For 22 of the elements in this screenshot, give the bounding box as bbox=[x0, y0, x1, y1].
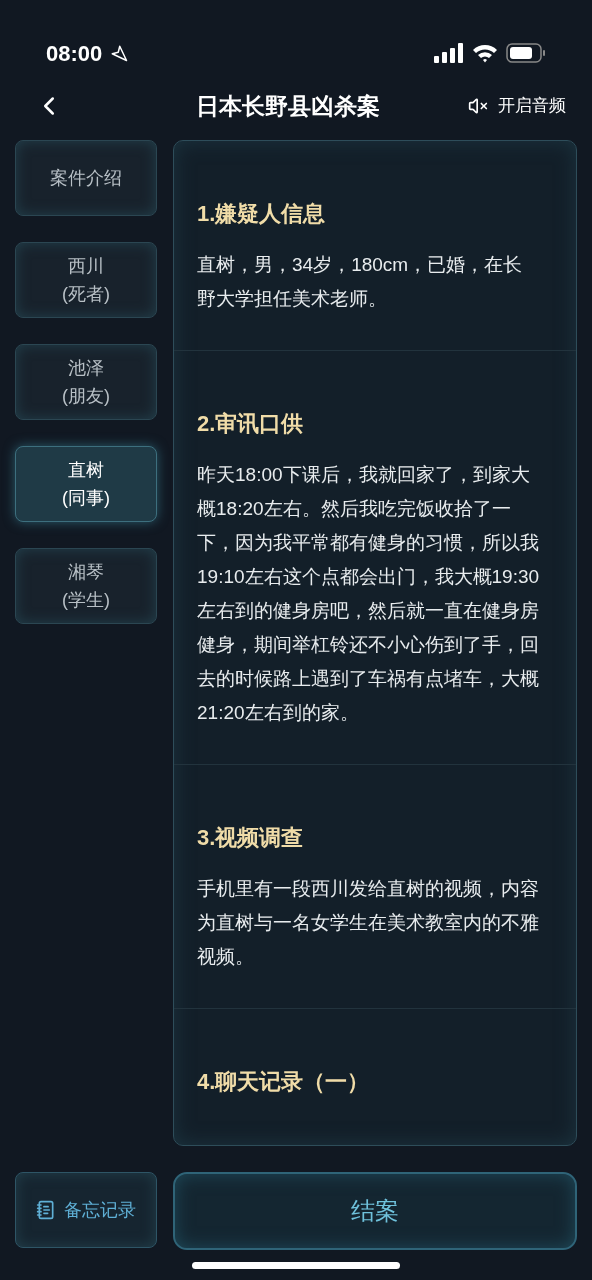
audio-toggle[interactable]: 开启音频 bbox=[468, 93, 566, 119]
sidebar-tab[interactable]: 直树 (同事) bbox=[15, 446, 157, 522]
notebook-icon bbox=[36, 1200, 56, 1220]
wifi-icon bbox=[472, 43, 498, 63]
notes-button[interactable]: 备忘记录 bbox=[15, 1172, 157, 1248]
sidebar-tab[interactable]: 案件介绍 bbox=[15, 140, 157, 216]
sidebar-tab[interactable]: 湘琴 (学生) bbox=[15, 548, 157, 624]
signal-icon bbox=[434, 43, 464, 63]
section-heading: 1.嫌疑人信息 bbox=[197, 200, 327, 228]
page-title: 日本长野县凶杀案 bbox=[196, 91, 380, 121]
section-heading: 4.聊天记录（一） bbox=[197, 1068, 371, 1096]
section-body: 直树，男，34岁，180cm，已婚，在长野大学担任美术老师。 bbox=[197, 253, 524, 311]
battery-icon bbox=[506, 43, 546, 63]
section-body: 手机里有一段西川发给直树的视频，内容为直树与一名女学生在美术教室内的不雅视频。 bbox=[197, 877, 540, 969]
clock-time: 08:00 bbox=[46, 39, 103, 68]
sidebar-tab[interactable]: 池泽 (朋友) bbox=[15, 344, 157, 420]
section-body: 昨天18:00下课后，我就回家了，到家大概18:20左右。然后我吃完饭收拾了一下，因为我平常都有健身的习惯，所以我19:10左右这个点都会出门，我大概19:30左右到的健身房吧，然后就一直在健身房健身，期间举杠铃还不小心伤到了手，回去的时候路上遇到了车祸有点堵车，大概21:20左右到的家。 bbox=[197, 463, 540, 725]
close-case-button[interactable]: 结案 bbox=[173, 1172, 577, 1250]
location-icon bbox=[110, 44, 129, 62]
sidebar-tab[interactable]: 西川 (死者) bbox=[15, 242, 157, 318]
section-heading: 3.视频调查 bbox=[197, 824, 305, 852]
section-heading: 2.审讯口供 bbox=[197, 410, 305, 438]
